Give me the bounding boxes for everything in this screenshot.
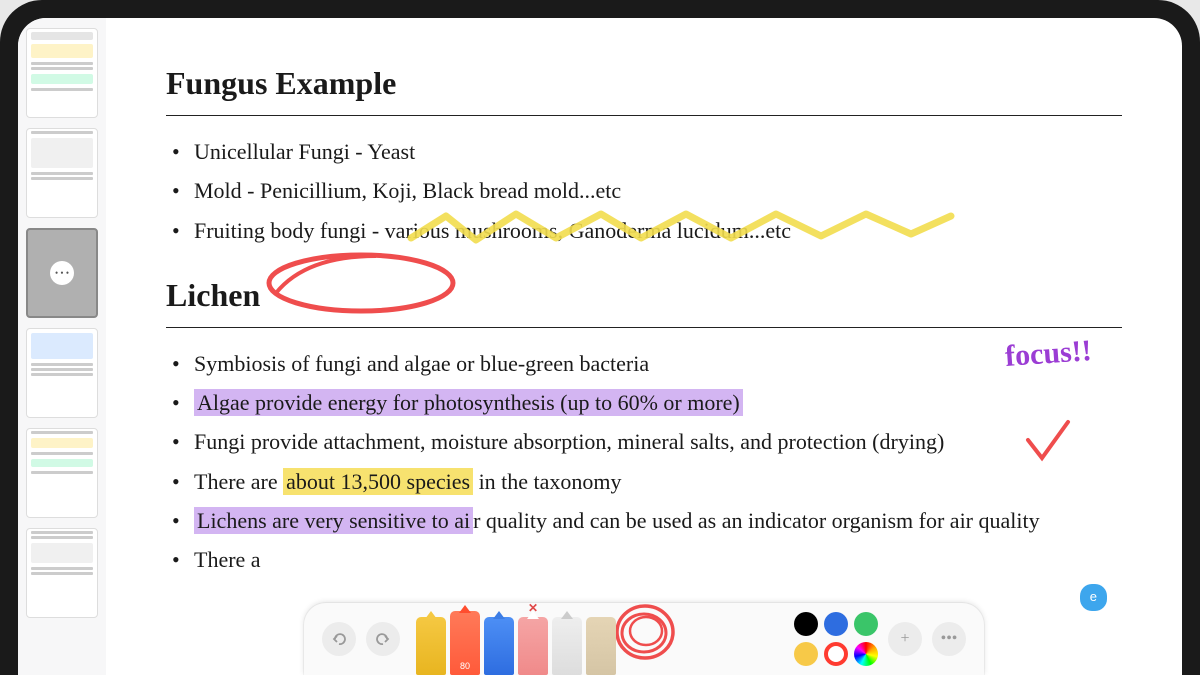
list-item: Lichens are very sensitive to air qualit… xyxy=(166,503,1122,538)
page-thumbnail-1[interactable] xyxy=(26,28,98,118)
ruler-tool[interactable] xyxy=(586,617,616,675)
blue-tag[interactable]: e xyxy=(1080,584,1107,611)
highlight-purple: Lichens are very sensitive to ai xyxy=(194,507,473,534)
color-swatch-grid xyxy=(794,612,878,666)
eraser-x-icon: ✕ xyxy=(528,599,538,618)
page-thumbnail-rail[interactable] xyxy=(18,18,106,675)
page-thumbnail-4[interactable] xyxy=(26,328,98,418)
more-button[interactable]: ••• xyxy=(932,622,966,656)
list-item: There a xyxy=(166,542,1122,577)
ellipsis-icon: ••• xyxy=(941,626,958,652)
undo-icon xyxy=(331,631,347,647)
page-thumbnail-6[interactable] xyxy=(26,528,98,618)
tablet-frame: Fungus Example Unicellular Fungi - Yeast… xyxy=(0,0,1200,675)
color-picker-wheel[interactable] xyxy=(854,642,878,666)
list-item: Fruiting body fungi - various mushrooms,… xyxy=(166,213,1122,248)
page-thumbnail-3-selected[interactable] xyxy=(26,228,98,318)
marker-tool-selected[interactable]: 80 xyxy=(450,611,480,675)
add-button[interactable]: + xyxy=(888,622,922,656)
plus-icon: + xyxy=(900,626,909,652)
highlighter-tool[interactable] xyxy=(416,617,446,675)
highlight-yellow: about 13,500 species xyxy=(283,468,473,495)
color-swatch-yellow[interactable] xyxy=(794,642,818,666)
color-swatch-blue[interactable] xyxy=(824,612,848,636)
page-thumbnail-5[interactable] xyxy=(26,428,98,518)
heading-lichen: Lichen xyxy=(166,270,1122,321)
list-item: Mold - Penicillium, Koji, Black bread mo… xyxy=(166,173,1122,208)
list-item: Symbiosis of fungi and algae or blue-gre… xyxy=(166,346,1122,381)
undo-button[interactable] xyxy=(322,622,356,656)
document-canvas[interactable]: Fungus Example Unicellular Fungi - Yeast… xyxy=(106,18,1182,675)
highlight-purple: Algae provide energy for photosynthesis … xyxy=(194,389,743,416)
eraser-tool[interactable]: ✕ xyxy=(518,617,548,675)
heading-fungus-example: Fungus Example xyxy=(166,58,1122,109)
heading-rule xyxy=(166,115,1122,116)
list-item: Algae provide energy for photosynthesis … xyxy=(166,385,1122,420)
heading-rule xyxy=(166,327,1122,328)
app-screen: Fungus Example Unicellular Fungi - Yeast… xyxy=(18,18,1182,675)
list-item: Unicellular Fungi - Yeast xyxy=(166,134,1122,169)
pen-size-label: 80 xyxy=(450,659,480,673)
list-item: There are about 13,500 species in the ta… xyxy=(166,464,1122,499)
pencil-tool[interactable] xyxy=(552,617,582,675)
lichen-list: Symbiosis of fungi and algae or blue-gre… xyxy=(166,346,1122,577)
color-swatch-black[interactable] xyxy=(794,612,818,636)
color-swatch-red-selected[interactable] xyxy=(824,642,848,666)
redo-icon xyxy=(375,631,391,647)
pen-tool-group: 80 ✕ xyxy=(410,603,622,675)
drawing-toolbar: 80 ✕ + ••• xyxy=(304,603,984,675)
pen-tool[interactable] xyxy=(484,617,514,675)
redo-button[interactable] xyxy=(366,622,400,656)
page-thumbnail-2[interactable] xyxy=(26,128,98,218)
fungus-list: Unicellular Fungi - Yeast Mold - Penicil… xyxy=(166,134,1122,248)
color-swatch-green[interactable] xyxy=(854,612,878,636)
list-item: Fungi provide attachment, moisture absor… xyxy=(166,424,1122,459)
